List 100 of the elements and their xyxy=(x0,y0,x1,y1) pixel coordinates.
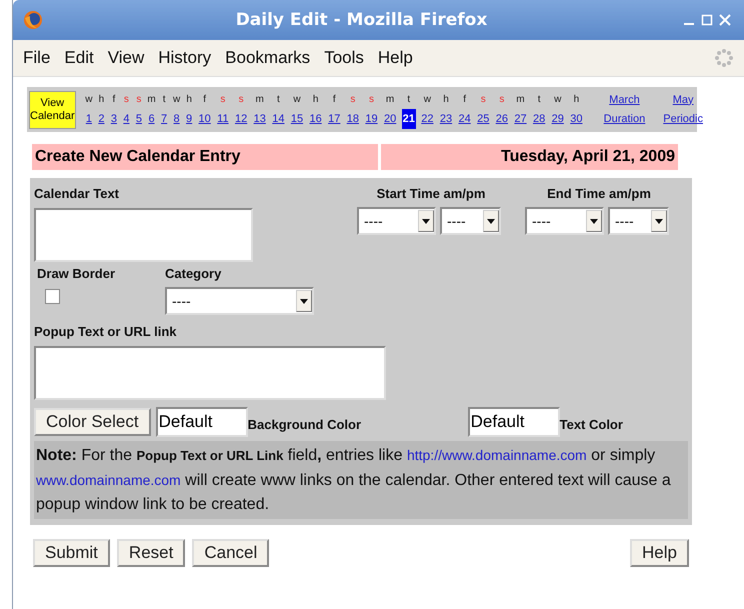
day-link[interactable]: 5 xyxy=(134,108,143,128)
day-link[interactable]: 11 xyxy=(216,108,230,128)
weekday-letter: m xyxy=(386,92,394,106)
weekday-letter: f xyxy=(463,92,466,106)
day-link[interactable]: 30 xyxy=(569,108,584,128)
day-link[interactable]: 1 xyxy=(84,108,93,128)
form-button[interactable]: Submit xyxy=(33,539,110,567)
menu-item[interactable]: File xyxy=(23,48,50,68)
view-calendar-button[interactable]: View Calendar xyxy=(29,90,76,128)
day-link[interactable]: 9 xyxy=(185,108,194,128)
date-heading: Tuesday, April 21, 2009 xyxy=(381,144,678,170)
weekday-letter: t xyxy=(538,92,540,106)
link[interactable]: www.domainname.com xyxy=(36,472,181,488)
menu-item[interactable]: Tools xyxy=(324,48,364,68)
field-label: Popup Text or URL link xyxy=(34,324,178,339)
day-link[interactable]: 10 xyxy=(198,108,212,128)
day-link[interactable]: 19 xyxy=(364,108,379,128)
field-label: End Time am/pm xyxy=(546,186,652,201)
color-select-button[interactable]: Color Select xyxy=(34,408,151,436)
weekday-letter: s xyxy=(499,92,504,106)
weekday-letter: s xyxy=(368,92,374,106)
caret-icon xyxy=(422,218,430,224)
dropdown[interactable]: ---- xyxy=(165,287,314,315)
day-link[interactable]: 7 xyxy=(160,108,168,128)
popup-text-field[interactable] xyxy=(34,346,386,400)
field-label: Background Color xyxy=(248,416,362,432)
day-link[interactable]: 21 xyxy=(402,108,416,128)
dropdown[interactable]: ---- xyxy=(357,207,436,235)
text-color-field[interactable]: Default xyxy=(468,407,560,437)
day-link[interactable]: 13 xyxy=(252,108,267,128)
day-link[interactable]: 8 xyxy=(172,108,181,128)
day-link[interactable]: 14 xyxy=(271,108,286,128)
field-label: Start Time am/pm xyxy=(376,186,486,201)
weekday-letter: s xyxy=(136,92,142,106)
weekday-letter: h xyxy=(186,92,192,106)
day-link[interactable]: 12 xyxy=(234,108,248,128)
dropdown[interactable]: ---- xyxy=(608,207,669,235)
caret-icon xyxy=(590,218,598,224)
form-button[interactable]: Reset xyxy=(116,539,186,567)
weekday-letter: m xyxy=(147,92,156,106)
weekday-letter: t xyxy=(407,92,410,106)
weekday-letter: s xyxy=(238,92,244,106)
day-link[interactable]: 15 xyxy=(290,108,304,128)
day-link[interactable]: 16 xyxy=(308,108,323,128)
day-link[interactable]: 28 xyxy=(532,108,546,128)
day-link[interactable]: 20 xyxy=(382,108,398,128)
nav-link[interactable]: Periodic xyxy=(663,110,703,128)
weekday-letter: h xyxy=(98,92,104,106)
day-link[interactable]: 2 xyxy=(97,108,106,128)
weekday-letter: f xyxy=(203,92,206,106)
day-link[interactable]: 27 xyxy=(513,108,528,128)
dropdown[interactable]: ---- xyxy=(440,207,501,235)
weekday-letter: w xyxy=(293,92,301,106)
weekday-letter: w xyxy=(554,92,562,106)
link[interactable]: http://www.domainname.com xyxy=(406,447,587,463)
menu-item[interactable]: History xyxy=(158,48,212,68)
border-checkbox[interactable] xyxy=(45,289,60,304)
day-link[interactable]: 17 xyxy=(327,108,342,128)
page-heading: Create New Calendar Entry xyxy=(32,144,378,170)
weekday-letter: f xyxy=(332,92,336,106)
form-button[interactable]: Cancel xyxy=(192,539,270,567)
calendar-text-field[interactable] xyxy=(34,208,253,262)
menu-item[interactable]: Help xyxy=(378,48,413,68)
background-color-field[interactable]: Default xyxy=(156,407,248,437)
field-label: Calendar Text xyxy=(34,186,120,201)
day-link[interactable]: 23 xyxy=(438,108,454,128)
weekday-letter: h xyxy=(574,92,580,106)
weekday-letter: w xyxy=(85,92,92,106)
field-label: Text Color xyxy=(560,416,623,432)
nav-link[interactable]: May xyxy=(672,90,694,110)
nav-link[interactable]: March xyxy=(609,90,640,110)
dropdown[interactable]: ---- xyxy=(525,207,604,235)
weekday-letter: m xyxy=(256,92,264,106)
menu-item[interactable]: Bookmarks xyxy=(225,48,310,68)
weekday-letter: h xyxy=(312,92,318,106)
day-link[interactable]: 4 xyxy=(122,108,130,128)
day-link[interactable]: 26 xyxy=(494,108,509,128)
menu-item[interactable]: Edit xyxy=(64,48,94,68)
weekday-letter: t xyxy=(276,92,280,106)
nav-link[interactable]: Duration xyxy=(604,110,646,128)
throbber-icon xyxy=(714,48,734,68)
day-link[interactable]: 29 xyxy=(550,108,565,128)
menu-item[interactable]: View xyxy=(108,48,144,68)
day-link[interactable]: 6 xyxy=(147,108,156,128)
field-label: Draw Border xyxy=(37,266,116,281)
note-text: Note: For the Popup Text or URL Link field, entries like http://www.domainname.com or simply www.domainname.com will create www links on the calendar. Other entered text will cause a popup window link to be created. xyxy=(34,441,688,519)
weekday-letter: h xyxy=(443,92,449,106)
weekday-letter: w xyxy=(172,92,180,106)
day-link[interactable]: 22 xyxy=(420,108,434,128)
day-link[interactable]: 25 xyxy=(476,108,490,128)
weekday-letter: s xyxy=(124,92,129,106)
window-title: Daily Edit - Mozilla Firefox xyxy=(234,10,488,30)
day-link[interactable]: 24 xyxy=(457,108,472,128)
day-link[interactable]: 3 xyxy=(110,108,118,128)
weekday-letter: m xyxy=(516,92,525,106)
caret-icon xyxy=(300,298,308,304)
field-label: Category xyxy=(165,266,222,281)
help-button[interactable]: Help xyxy=(630,539,689,567)
day-link[interactable]: 18 xyxy=(346,108,360,128)
caret-icon xyxy=(655,218,663,224)
